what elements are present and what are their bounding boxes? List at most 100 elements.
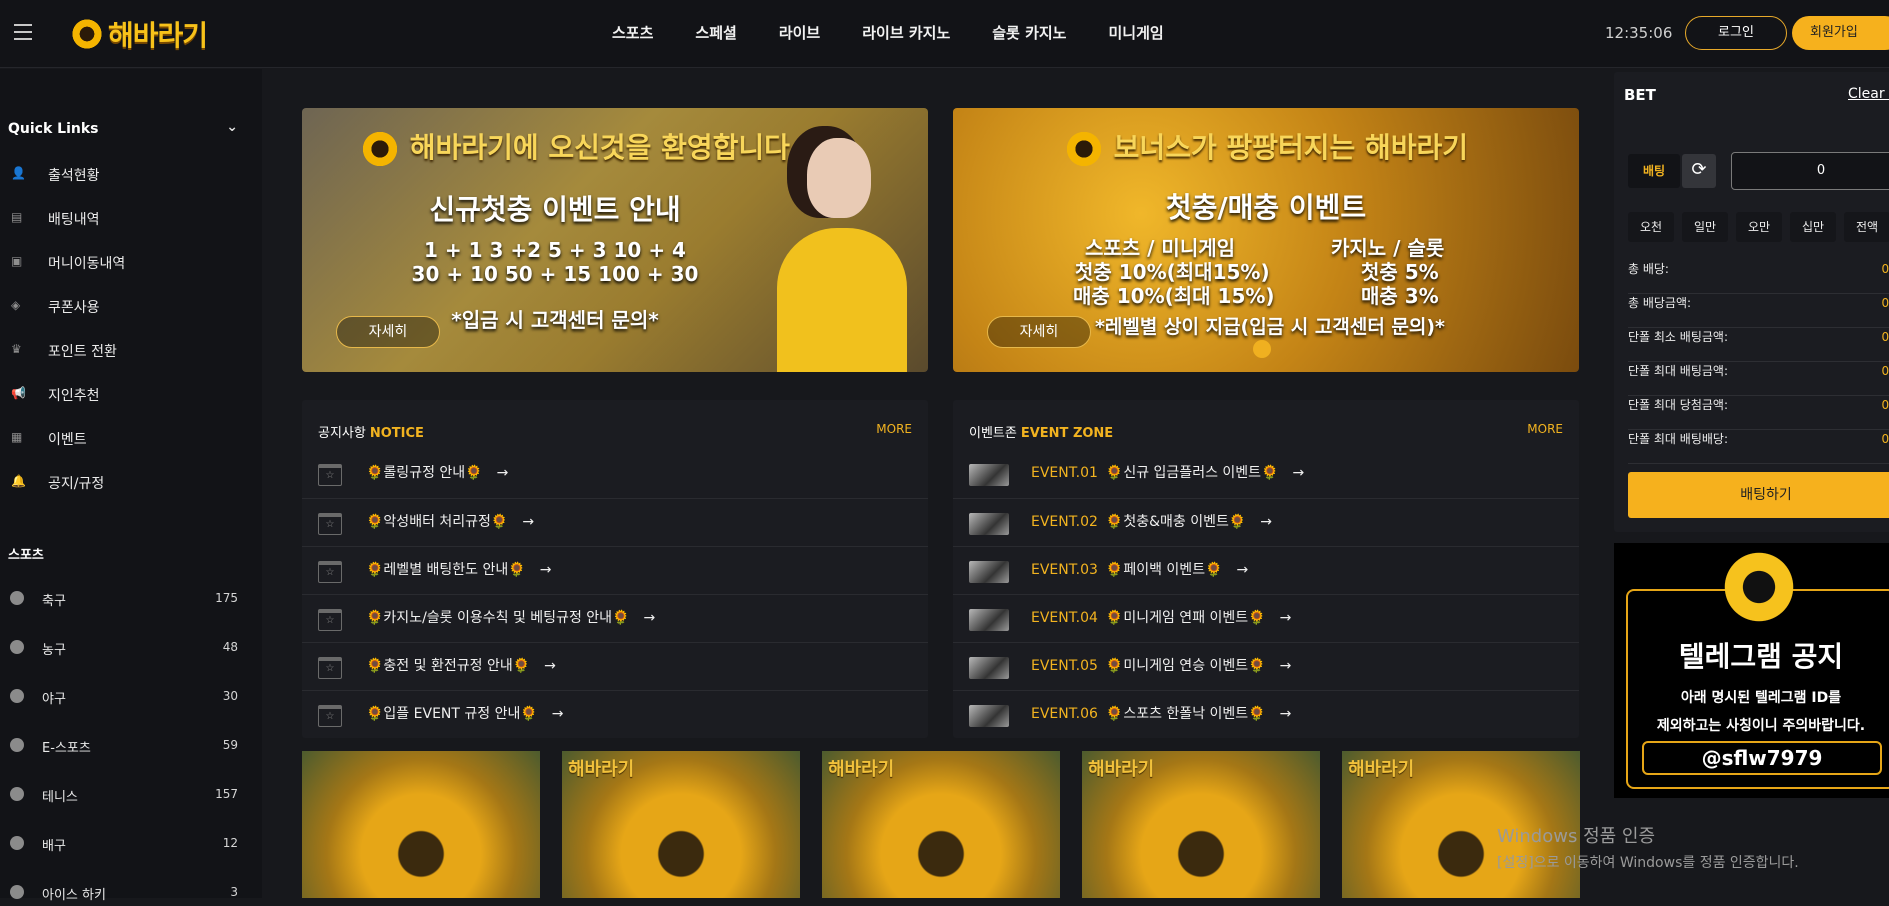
clock: 12:35:06 xyxy=(1605,24,1673,42)
sidebar-sport-esports[interactable]: E-스포츠 59 xyxy=(8,735,238,759)
arrow-right-icon: → xyxy=(496,465,509,481)
bet-tag: 배팅 xyxy=(1628,154,1680,188)
game-card-slot[interactable]: 해바라기 xyxy=(1082,751,1320,898)
list-item[interactable]: EVENT.04 🌻미니게임 연패 이벤트🌻 → xyxy=(953,594,1579,642)
banner-1-detail-button[interactable]: 자세히 xyxy=(336,316,440,348)
nav-special[interactable]: 스페셜 xyxy=(695,22,736,43)
site-logo[interactable]: 해바라기 xyxy=(70,14,208,54)
list-item[interactable]: ☆ 🌻충전 및 환전규정 안내🌻 → xyxy=(302,642,928,690)
sidebar-sport-volleyball[interactable]: 배구 12 xyxy=(8,833,238,857)
list-item[interactable]: EVENT.02 🌻첫충&매충 이벤트🌻 → xyxy=(953,498,1579,546)
sidebar-item-point[interactable]: ♛ 포인트 전환 xyxy=(8,339,238,363)
bet-slip-title: BET xyxy=(1624,86,1656,104)
arrow-right-icon: → xyxy=(544,658,556,674)
windows-activation-watermark: Windows 정품 인증 [설정]으로 이동하여 Windows를 정품 인증… xyxy=(1497,826,1799,871)
chip-50000[interactable]: 오만 xyxy=(1736,212,1782,242)
telegram-title: 텔레그램 공지 xyxy=(1678,640,1844,673)
sidebar-sport-basketball[interactable]: 농구 48 xyxy=(8,637,238,661)
event-thumbnail xyxy=(969,609,1009,631)
refresh-icon[interactable]: ⟳ xyxy=(1682,154,1716,188)
basketball-icon xyxy=(10,640,24,654)
sports-section-title: 스포츠 xyxy=(8,548,44,563)
point-icon: ♛ xyxy=(11,342,22,356)
sidebar: Quick Links ⌄ 👤 출석현황 ▤ 배팅내역 ▣ 머니이동내역 ◈ 쿠폰사용 … xyxy=(0,69,262,903)
calendar-icon: ☆ xyxy=(318,561,342,583)
bonus-banner[interactable]: 보너스가 팡팡터지는 해바라기 첫충/매충 이벤트 스포츠 / 미니게임 첫충 … xyxy=(953,108,1579,372)
list-item[interactable]: ☆ 🌻입플 EVENT 규정 안내🌻 → xyxy=(302,690,928,738)
stat-single-max: 단폴 최대 배팅금액:0 원 xyxy=(1628,362,1889,396)
game-card-live-casino[interactable]: 해바라기 xyxy=(822,751,1060,898)
chip-all[interactable]: 전액 xyxy=(1844,212,1889,242)
stat-single-max-odds: 단폴 최대 배팅배당:0 배 xyxy=(1628,430,1889,464)
quick-links-header[interactable]: Quick Links ⌄ xyxy=(8,119,238,137)
banner-2-detail-button[interactable]: 자세히 xyxy=(987,316,1091,348)
clear-all-link[interactable]: Clear a xyxy=(1848,86,1889,102)
telegram-notice-banner[interactable]: 텔레그램 공지 아래 명시된 텔레그램 ID를 제외하고는 사칭이니 주의바랍니… xyxy=(1614,543,1889,798)
list-item[interactable]: ☆ 🌻레벨별 배팅한도 안내🌻 → xyxy=(302,546,928,594)
sidebar-sport-soccer[interactable]: 축구 175 xyxy=(8,588,238,612)
money-icon: ▣ xyxy=(11,254,23,268)
list-item[interactable]: ☆ 🌻카지노/슬롯 이용수칙 및 베팅규정 안내🌻 → xyxy=(302,594,928,642)
chip-100000[interactable]: 십만 xyxy=(1790,212,1836,242)
nav-slot-casino[interactable]: 슬롯 카지노 xyxy=(992,22,1066,43)
menu-icon[interactable] xyxy=(14,24,32,40)
banner-1-title: 해바라기에 오신것을 환영합니다 xyxy=(302,126,928,169)
event-more-link[interactable]: MORE xyxy=(1527,422,1563,436)
chip-5000[interactable]: 오천 xyxy=(1628,212,1674,242)
welcome-banner[interactable]: 해바라기에 오신것을 환영합니다 신규첫충 이벤트 안내 1 + 1 3 +2 … xyxy=(302,108,928,372)
sidebar-sport-baseball[interactable]: 야구 30 xyxy=(8,686,238,710)
list-item[interactable]: EVENT.03 🌻페이백 이벤트🌻 → xyxy=(953,546,1579,594)
sidebar-sport-ice-hockey[interactable]: 아이스 하키 3 xyxy=(8,882,238,906)
list-item[interactable]: EVENT.01 🌻신규 입금플러스 이벤트🌻 → xyxy=(953,450,1579,498)
sidebar-item-coupon[interactable]: ◈ 쿠폰사용 xyxy=(8,295,238,319)
game-card-sports[interactable]: 해바라기 xyxy=(562,751,800,898)
arrow-right-icon: → xyxy=(1292,465,1305,481)
notice-panel: 공지사항 NOTICE MORE ☆ 🌻롤링규정 안내🌻 → ☆ 🌻악성배터 처리규정🌻… xyxy=(302,400,928,738)
game-card-sunflower[interactable] xyxy=(302,751,540,898)
stat-single-min: 단폴 최소 배팅금액:0 원 xyxy=(1628,328,1889,362)
coupon-icon: ◈ xyxy=(11,298,21,312)
arrow-right-icon: → xyxy=(643,610,656,626)
sidebar-item-event[interactable]: ▦ 이벤트 xyxy=(8,427,238,451)
bet-amount-input[interactable]: 0 xyxy=(1731,152,1889,190)
carousel-indicator[interactable] xyxy=(1253,340,1271,358)
nav-live[interactable]: 라이브 xyxy=(779,22,820,43)
nav-live-casino[interactable]: 라이브 카지노 xyxy=(862,22,950,43)
banner-2-right-2: 매충 3% xyxy=(1361,284,1439,308)
sidebar-item-referral[interactable]: 📢 지인추천 xyxy=(8,383,238,407)
list-item[interactable]: ☆ 🌻악성배터 처리규정🌻 → xyxy=(302,498,928,546)
sunflower-icon xyxy=(1063,129,1104,169)
banner-1-row1: 1 + 1 3 +2 5 + 3 10 + 4 xyxy=(424,238,686,262)
calendar-icon: ☆ xyxy=(318,705,342,727)
game-thumbnails: 해바라기 해바라기 해바라기 해바라기 xyxy=(302,751,1580,898)
chip-10000[interactable]: 일만 xyxy=(1682,212,1728,242)
event-thumbnail xyxy=(969,657,1009,679)
telegram-line2: 제외하고는 사칭이니 주의바랍니다. xyxy=(1656,718,1866,734)
megaphone-icon: 📢 xyxy=(11,386,26,400)
nav-sports[interactable]: 스포츠 xyxy=(612,22,653,43)
bell-icon: 🔔 xyxy=(11,474,26,488)
sidebar-item-bet-history[interactable]: ▤ 배팅내역 xyxy=(8,207,238,231)
arrow-right-icon: → xyxy=(1279,658,1292,674)
list-item[interactable]: ☆ 🌻롤링규정 안내🌻 → xyxy=(302,450,928,498)
arrow-right-icon: → xyxy=(551,706,564,722)
sidebar-sport-tennis[interactable]: 테니스 157 xyxy=(8,784,238,808)
event-thumbnail xyxy=(969,705,1009,727)
banner-2-left-2: 매충 10%(최대 15%) xyxy=(1073,284,1275,308)
calendar-icon: ☆ xyxy=(318,464,342,486)
sidebar-item-money-history[interactable]: ▣ 머니이동내역 xyxy=(8,251,238,275)
place-bet-button[interactable]: 배팅하기 xyxy=(1628,472,1889,518)
list-item[interactable]: EVENT.05 🌻미니게임 연승 이벤트🌻 → xyxy=(953,642,1579,690)
telegram-id: @sflw7979 xyxy=(1642,741,1882,775)
sidebar-item-attendance[interactable]: 👤 출석현황 xyxy=(8,163,238,187)
volleyball-icon xyxy=(10,836,24,850)
chevron-down-icon[interactable]: ⌄ xyxy=(226,119,238,135)
calendar-icon: ▦ xyxy=(11,430,23,444)
login-button[interactable]: 로그인 xyxy=(1685,16,1787,50)
nav-minigame[interactable]: 미니게임 xyxy=(1108,22,1163,43)
join-button[interactable]: 회원가입 xyxy=(1792,16,1889,50)
notice-more-link[interactable]: MORE xyxy=(876,422,912,436)
list-item[interactable]: EVENT.06 🌻스포츠 한폴낙 이벤트🌻 → xyxy=(953,690,1579,738)
arrow-right-icon: → xyxy=(522,514,535,530)
sidebar-item-notice[interactable]: 🔔 공지/규정 xyxy=(8,471,238,495)
